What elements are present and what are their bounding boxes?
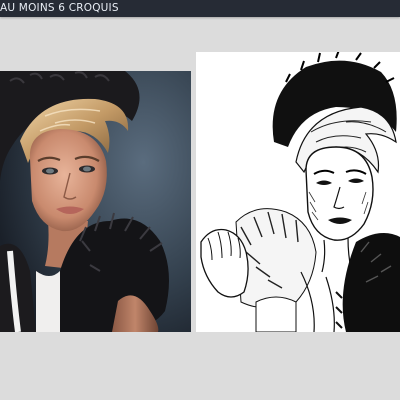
portrait-photo-image [0,71,191,332]
portrait-sketch-image [196,52,400,332]
page-title: AU MOINS 6 CROQUIS [0,2,119,14]
portrait-photo [0,71,191,332]
portrait-sketch [196,52,400,332]
top-bar: AU MOINS 6 CROQUIS [0,0,400,17]
